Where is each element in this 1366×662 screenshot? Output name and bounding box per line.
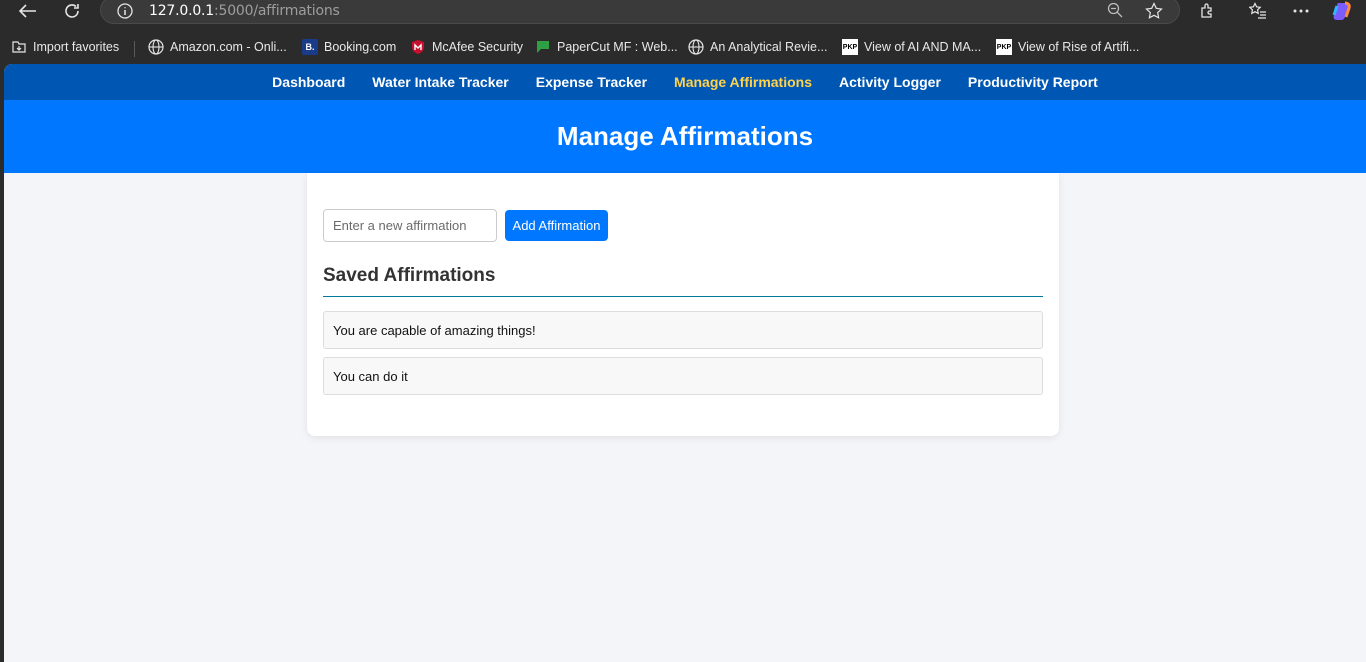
address-bar[interactable]: 127.0.0.1:5000/affirmations: [100, 0, 1180, 24]
affirmations-list: You are capable of amazing things! You c…: [323, 311, 1043, 403]
url-path: :5000/affirmations: [214, 3, 340, 19]
site-info-icon[interactable]: [117, 3, 133, 19]
bookmark-mcafee[interactable]: McAfee Security: [410, 37, 523, 57]
pkp-icon: PKP: [842, 39, 858, 55]
import-icon: [11, 39, 27, 55]
bookmark-import-favorites[interactable]: Import favorites: [11, 37, 119, 57]
bookmark-label: View of AI AND MA...: [864, 40, 982, 54]
nav-manage-affirmations[interactable]: Manage Affirmations: [674, 74, 812, 90]
bookmark-label: Import favorites: [33, 40, 120, 54]
more-menu-icon[interactable]: [1290, 0, 1312, 22]
globe-icon: [688, 39, 704, 55]
favorites-list-icon[interactable]: [1247, 0, 1269, 22]
bookmark-label: PaperCut MF : Web...: [557, 40, 678, 54]
bookmark-label: McAfee Security: [432, 40, 524, 54]
refresh-icon[interactable]: [61, 0, 83, 22]
bookmark-label: An Analytical Revie...: [710, 40, 828, 54]
page-title: Manage Affirmations: [556, 121, 814, 151]
nav-productivity-report[interactable]: Productivity Report: [968, 74, 1098, 90]
booking-icon: B.: [302, 39, 318, 55]
nav-water-intake-tracker[interactable]: Water Intake Tracker: [372, 74, 508, 90]
bookmark-label: Amazon.com - Onli...: [170, 40, 287, 54]
bookmark-amazon[interactable]: Amazon.com - Onli...: [148, 37, 287, 57]
affirmation-input[interactable]: [323, 209, 497, 242]
nav-activity-logger[interactable]: Activity Logger: [839, 74, 941, 90]
affirmation-item: You can do it: [323, 357, 1043, 395]
pkp-icon: PKP: [996, 39, 1012, 55]
nav-expense-tracker[interactable]: Expense Tracker: [536, 74, 647, 90]
bookmark-booking[interactable]: B. Booking.com: [302, 37, 396, 57]
nav-dashboard[interactable]: Dashboard: [272, 74, 345, 90]
bookmark-label: View of Rise of Artifi...: [1018, 40, 1140, 54]
affirmation-item: You are capable of amazing things!: [323, 311, 1043, 349]
extensions-icon[interactable]: [1197, 0, 1219, 22]
main-nav: Dashboard Water Intake Tracker Expense T…: [4, 64, 1366, 100]
page-header: Manage Affirmations: [4, 100, 1366, 173]
papercut-icon: [535, 39, 551, 55]
bookmark-ai-and-ma[interactable]: PKP View of AI AND MA...: [842, 37, 981, 57]
bookmark-rise-of-artificial[interactable]: PKP View of Rise of Artifi...: [996, 37, 1139, 57]
browser-toolbar: 127.0.0.1:5000/affirmations: [0, 0, 1366, 24]
zoom-icon[interactable]: [1107, 2, 1123, 23]
url-host: 127.0.0.1: [149, 3, 214, 19]
copilot-icon[interactable]: [1332, 0, 1354, 22]
back-arrow-icon[interactable]: [17, 0, 39, 22]
saved-affirmations-heading: Saved Affirmations: [323, 265, 496, 286]
add-affirmation-button[interactable]: Add Affirmation: [505, 210, 608, 241]
favorite-star-icon[interactable]: [1145, 2, 1163, 25]
mcafee-icon: [410, 39, 426, 55]
url-text[interactable]: 127.0.0.1:5000/affirmations: [149, 3, 340, 19]
affirmations-card: Add Affirmation Saved Affirmations You a…: [307, 173, 1059, 436]
bookmarks-divider: [134, 41, 135, 57]
heading-divider: [323, 296, 1043, 297]
globe-icon: [148, 39, 164, 55]
page-viewport: Dashboard Water Intake Tracker Expense T…: [4, 64, 1366, 662]
bookmark-papercut[interactable]: PaperCut MF : Web...: [535, 37, 678, 57]
bookmark-analytical-review[interactable]: An Analytical Revie...: [688, 37, 827, 57]
bookmark-label: Booking.com: [324, 40, 397, 54]
bookmarks-bar: Import favorites Amazon.com - Onli... B.…: [0, 33, 1366, 59]
